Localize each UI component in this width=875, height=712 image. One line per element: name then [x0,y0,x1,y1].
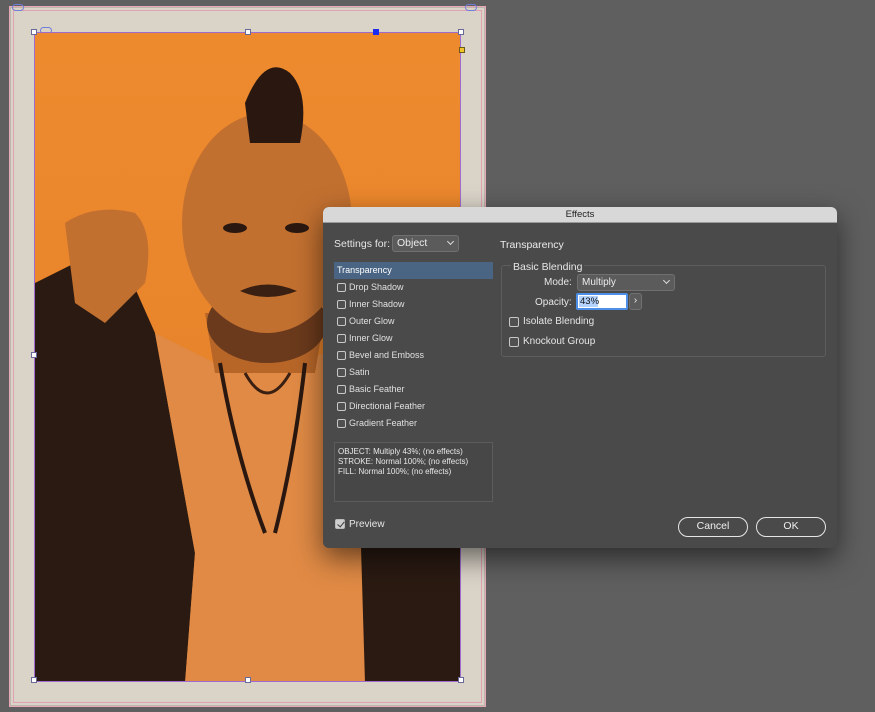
effect-item-outer-glow[interactable]: Outer Glow [334,313,493,330]
summary-line-object: OBJECT: Multiply 43%; (no effects) [338,447,463,456]
effect-item-label: Satin [349,367,370,377]
effect-item-satin[interactable]: Satin [334,364,493,381]
effect-item-label: Basic Feather [349,384,405,394]
effect-item-directional-feather[interactable]: Directional Feather [334,398,493,415]
effects-dialog: Effects Settings for: Object Transparenc… [323,207,837,548]
resize-handle[interactable] [245,29,251,35]
settings-for-select[interactable]: Object [392,235,459,252]
knockout-group-label: Knockout Group [523,336,596,347]
summary-line-stroke: STROKE: Normal 100%; (no effects) [338,457,469,466]
summary-line-fill: FILL: Normal 100%; (no effects) [338,467,452,476]
settings-for-label: Settings for: [334,238,391,250]
resize-handle[interactable] [245,677,251,683]
effect-checkbox[interactable] [337,368,346,377]
blend-mode-value: Multiply [582,277,616,288]
opacity-label: Opacity: [535,297,572,308]
effect-item-label: Drop Shadow [349,282,404,292]
preview-checkbox[interactable] [335,519,345,529]
chevron-down-icon [446,237,455,246]
mode-label: Mode: [544,277,572,288]
knockout-group-checkbox[interactable] [509,337,519,347]
effect-checkbox[interactable] [337,334,346,343]
effect-checkbox[interactable] [337,385,346,394]
corner-option-handle[interactable] [459,47,465,53]
effect-item-label: Inner Shadow [349,299,405,309]
isolate-blending-checkbox[interactable] [509,317,519,327]
preview-label: Preview [349,519,385,530]
effect-checkbox[interactable] [337,402,346,411]
effect-item-inner-shadow[interactable]: Inner Shadow [334,296,493,313]
effect-item-transparency[interactable]: Transparency [334,262,493,279]
chevron-right-icon: › [633,295,638,306]
cancel-button[interactable]: Cancel [678,517,748,537]
effect-item-drop-shadow[interactable]: Drop Shadow [334,279,493,296]
blend-mode-select[interactable]: Multiply [577,274,675,291]
effect-item-label: Bevel and Emboss [349,350,425,360]
effect-item-label: Gradient Feather [349,418,418,428]
effects-summary: OBJECT: Multiply 43%; (no effects) STROK… [334,442,493,502]
effect-item-label: Outer Glow [349,316,395,326]
effect-checkbox[interactable] [337,419,346,428]
link-icon [465,4,477,11]
dialog-title: Effects [323,207,837,223]
reference-point-handle[interactable] [373,29,379,35]
isolate-blending-label: Isolate Blending [523,316,595,327]
opacity-value: 43% [580,296,600,307]
settings-for-value: Object [397,237,428,249]
ok-button[interactable]: OK [756,517,826,537]
effect-item-basic-feather[interactable]: Basic Feather [334,381,493,398]
resize-handle[interactable] [458,677,464,683]
effect-item-label: Directional Feather [349,401,426,411]
resize-handle[interactable] [458,29,464,35]
panel-title: Transparency [500,239,564,251]
resize-handle[interactable] [31,352,37,358]
effect-item-bevel-and-emboss[interactable]: Bevel and Emboss [334,347,493,364]
chevron-down-icon [662,276,671,285]
effect-checkbox[interactable] [337,300,346,309]
effect-checkbox[interactable] [337,351,346,360]
effect-item-label: Inner Glow [349,333,393,343]
resize-handle[interactable] [31,677,37,683]
link-icon [12,4,24,11]
effect-checkbox[interactable] [337,317,346,326]
resize-handle[interactable] [31,29,37,35]
effect-item-inner-glow[interactable]: Inner Glow [334,330,493,347]
effect-item-gradient-feather[interactable]: Gradient Feather [334,415,493,432]
effect-item-label: Transparency [337,265,392,275]
opacity-slider-button[interactable]: › [629,293,642,310]
effects-list: Transparency Drop Shadow Inner Shadow Ou… [334,262,493,437]
basic-blending-label: Basic Blending [511,261,585,273]
effect-checkbox[interactable] [337,283,346,292]
